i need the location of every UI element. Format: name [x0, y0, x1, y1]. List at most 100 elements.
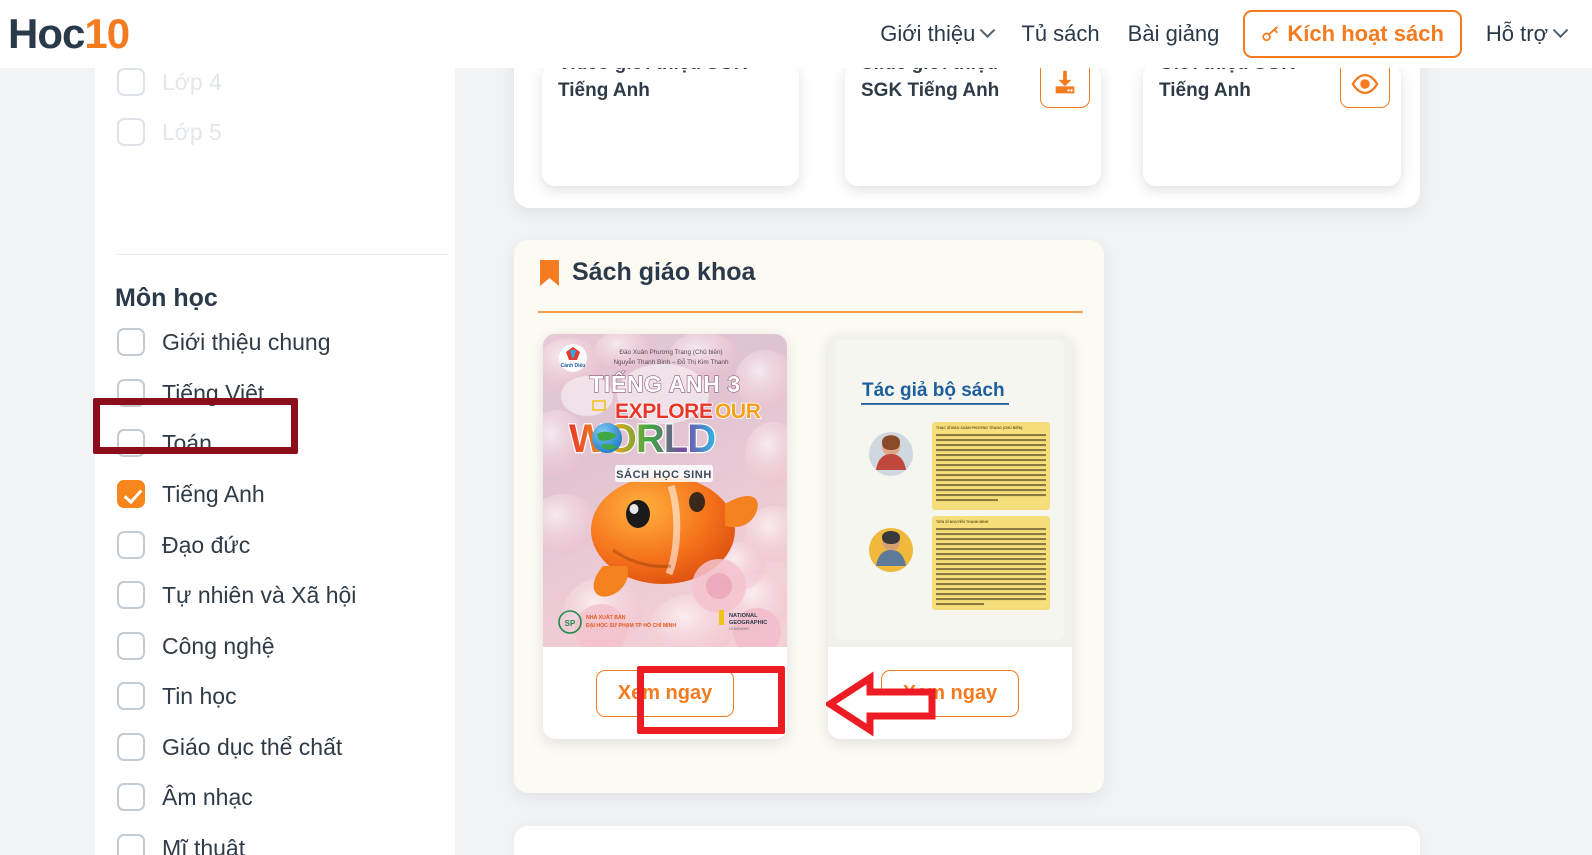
sidebar-subject-label: Đạo đức [162, 531, 251, 558]
site-logo[interactable]: Hoc10 [8, 8, 130, 60]
svg-text:NATIONAL: NATIONAL [729, 613, 758, 619]
sidebar-subject-row-1[interactable]: Tiếng Việt [117, 375, 264, 411]
svg-text:TIẾNG ANH 3: TIẾNG ANH 3 [589, 370, 740, 397]
authors-page-artwork: Tác giả bộ sách THẠC SĨ ĐÀO XUÂN PHƯƠNG … [828, 334, 1072, 647]
book-card-authors[interactable]: Tác giả bộ sách THẠC SĨ ĐÀO XUÂN PHƯƠNG … [828, 334, 1072, 739]
svg-text:Cánh Diều: Cánh Diều [561, 363, 586, 369]
nav-label: Giới thiệu [880, 21, 976, 46]
sidebar-subject-label: Toán [162, 429, 212, 456]
logo-text-primary: Hoc [8, 10, 85, 57]
textbook-section: Sách giáo khoa Cánh Diều Đào Xuân Phương… [514, 240, 1104, 793]
sidebar-subject-label: Tự nhiên và Xã hội [162, 581, 357, 608]
bookmark-icon [540, 259, 559, 286]
filter-sidebar: Môn học Lớp 4 Lớp 5 Giới thiệu chung Tiếng … [95, 68, 455, 855]
resource-card-title: Slide giới thiệu SGK Tiếng Anh [861, 64, 1000, 101]
activate-book-label: Kích hoạt sách [1287, 21, 1444, 46]
textbook-section-header: Sách giáo khoa [540, 258, 755, 287]
chevron-down-icon [980, 21, 996, 38]
checkbox-unchecked[interactable] [117, 328, 145, 356]
checkbox-unchecked[interactable] [117, 118, 145, 146]
nav-item-ho-tro[interactable]: Hỗ trợ [1472, 15, 1580, 53]
resource-card-video[interactable]: Video giới thiệu SGK Tiếng Anh [542, 64, 799, 186]
checkbox-unchecked[interactable] [117, 379, 145, 407]
sidebar-subject-label: Công nghệ [162, 632, 275, 659]
nav-label: Hỗ trợ [1485, 21, 1548, 46]
main-navigation: Giới thiệu Tủ sách Bài giảng Kích hoạt s… [866, 10, 1580, 58]
sidebar-grade-row-0[interactable]: Lớp 4 [117, 68, 222, 100]
checkbox-unchecked[interactable] [117, 834, 145, 855]
checkbox-unchecked[interactable] [117, 581, 145, 609]
nav-item-gioi-thieu[interactable]: Giới thiệu [866, 15, 1007, 53]
svg-text:Đào Xuân Phương Trang (Chủ biê: Đào Xuân Phương Trang (Chủ biên) [619, 348, 722, 356]
checkbox-unchecked[interactable] [117, 783, 145, 811]
sidebar-grade-label: Lớp 5 [162, 118, 222, 145]
nav-item-tu-sach[interactable]: Tủ sách [1007, 15, 1113, 53]
book-action-area: Xem ngay [543, 647, 787, 739]
sidebar-subject-row-7[interactable]: Tin học [117, 678, 237, 714]
svg-text:Nguyễn Thanh Bình – Đỗ Thị Kim: Nguyễn Thanh Bình – Đỗ Thị Kim Thanh [613, 357, 729, 366]
checkbox-unchecked[interactable] [117, 429, 145, 457]
sidebar-grade-row-1[interactable]: Lớp 5 [117, 114, 222, 150]
sidebar-subject-row-8[interactable]: Giáo dục thể chất [117, 729, 342, 765]
checkbox-unchecked[interactable] [117, 682, 145, 710]
key-icon [1262, 25, 1279, 41]
book-card-textbook[interactable]: Cánh Diều Đào Xuân Phương Trang (Chủ biê… [543, 334, 787, 739]
svg-text:WORLD: WORLD [569, 417, 715, 461]
nav-item-bai-giang[interactable]: Bài giảng [1114, 15, 1234, 53]
eye-icon [1351, 73, 1379, 95]
book-cover-artwork: Cánh Diều Đào Xuân Phương Trang (Chủ biê… [543, 334, 787, 647]
chevron-down-icon [1552, 21, 1569, 38]
sidebar-subject-label: Tin học [162, 682, 237, 709]
svg-text:ĐẠI HỌC SƯ PHẠM TP HỒ CHÍ MINH: ĐẠI HỌC SƯ PHẠM TP HỒ CHÍ MINH [586, 621, 676, 629]
resource-card-slide[interactable]: Slide giới thiệu SGK Tiếng Anh [845, 64, 1101, 186]
sidebar-subject-label: Âm nhạc [162, 783, 253, 810]
svg-text:SÁCH HỌC SINH: SÁCH HỌC SINH [616, 468, 712, 481]
resource-card-intro[interactable]: Giới thiệu SGK Tiếng Anh [1143, 64, 1401, 186]
logo-text-accent: 10 [84, 10, 130, 57]
sidebar-subject-row-2[interactable]: Toán [117, 425, 212, 461]
book-cover-image: Cánh Diều Đào Xuân Phương Trang (Chủ biê… [543, 334, 787, 647]
download-icon [1055, 70, 1075, 94]
book-action-area: Xem ngay [828, 647, 1072, 739]
sidebar-subject-row-9[interactable]: Âm nhạc [117, 779, 253, 815]
nav-label: Tủ sách [1021, 21, 1100, 46]
svg-text:SP: SP [565, 619, 576, 628]
subject-heading: Môn học [115, 284, 218, 312]
sidebar-subject-label: Giáo dục thể chất [162, 733, 343, 760]
page-root: Môn học Lớp 4 Lớp 5 Giới thiệu chung Tiếng … [0, 0, 1592, 855]
view-now-button[interactable]: Xem ngay [595, 669, 735, 717]
textbook-section-title: Sách giáo khoa [572, 258, 756, 286]
checkbox-checked[interactable] [117, 480, 145, 508]
resource-card-title: Giới thiệu SGK Tiếng Anh [1159, 64, 1295, 101]
checkbox-unchecked[interactable] [117, 531, 145, 559]
site-header: Hoc10 Giới thiệu Tủ sách Bài giảng Kích … [0, 0, 1592, 68]
checkbox-unchecked[interactable] [117, 68, 145, 96]
checkbox-unchecked[interactable] [117, 632, 145, 660]
svg-text:NHÀ XUẤT BẢN: NHÀ XUẤT BẢN [586, 614, 626, 621]
sidebar-subject-label: Tiếng Việt [162, 379, 265, 406]
sidebar-subject-row-5[interactable]: Tự nhiên và Xã hội [117, 577, 356, 613]
sidebar-divider [117, 254, 448, 255]
section-rule [538, 311, 1083, 313]
sidebar-subject-label: Mĩ thuật [162, 834, 246, 855]
sidebar-subject-label: Tiếng Anh [162, 480, 265, 507]
svg-text:THẠC SĨ ĐÀO XUÂN PHƯƠNG TRANG: THẠC SĨ ĐÀO XUÂN PHƯƠNG TRANG (CHỦ BIÊN) [936, 425, 1023, 430]
checkbox-unchecked[interactable] [117, 733, 145, 761]
sidebar-subject-row-4[interactable]: Đạo đức [117, 527, 250, 563]
sidebar-subject-row-3[interactable]: Tiếng Anh [117, 476, 265, 512]
svg-text:Tác giả bộ sách: Tác giả bộ sách [862, 380, 1005, 401]
activate-book-button[interactable]: Kích hoạt sách [1243, 10, 1462, 58]
download-button[interactable] [1040, 64, 1090, 108]
sidebar-grade-label: Lớp 4 [162, 68, 222, 95]
view-now-button[interactable]: Xem ngay [880, 669, 1020, 717]
svg-text:LEARNING: LEARNING [729, 626, 749, 631]
sidebar-subject-row-6[interactable]: Công nghệ [117, 628, 275, 664]
next-section-panel [514, 826, 1420, 855]
svg-text:TIẾN SĨ NGUYỄN THANH BÌNH: TIẾN SĨ NGUYỄN THANH BÌNH [936, 519, 989, 524]
book-cover-image: Tác giả bộ sách THẠC SĨ ĐÀO XUÂN PHƯƠNG … [828, 334, 1072, 647]
sidebar-subject-row-0[interactable]: Giới thiệu chung [117, 324, 331, 360]
preview-button[interactable] [1340, 64, 1390, 108]
resource-card-title: Video giới thiệu SGK Tiếng Anh [558, 64, 747, 101]
sidebar-subject-row-10[interactable]: Mĩ thuật [117, 830, 245, 855]
svg-text:OUR: OUR [715, 400, 761, 423]
